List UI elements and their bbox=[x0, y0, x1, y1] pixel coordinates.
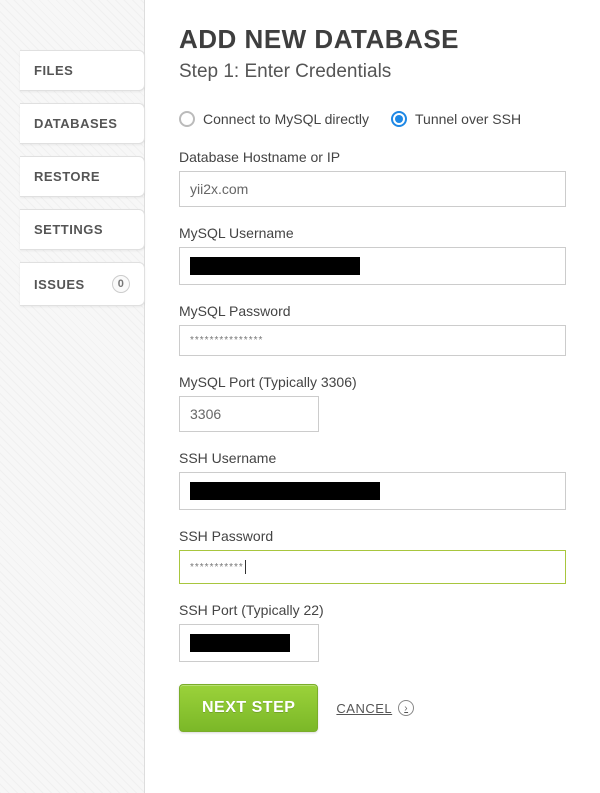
field-label: MySQL Username bbox=[179, 225, 566, 241]
issues-count-badge: 0 bbox=[112, 275, 130, 293]
db-host-input[interactable] bbox=[179, 171, 566, 207]
cancel-link[interactable]: CANCEL › bbox=[336, 700, 414, 716]
ssh-password-input[interactable]: *********** bbox=[179, 550, 566, 584]
mysql-password-input[interactable]: *************** bbox=[179, 325, 566, 356]
text-caret bbox=[245, 560, 246, 574]
ssh-port-input[interactable] bbox=[179, 624, 319, 662]
sidebar-item-label: FILES bbox=[34, 63, 73, 78]
page-title: ADD NEW DATABASE bbox=[179, 24, 566, 55]
chevron-right-icon: › bbox=[398, 700, 414, 716]
sidebar: FILES DATABASES RESTORE SETTINGS ISSUES … bbox=[0, 0, 145, 793]
radio-connect-direct[interactable]: Connect to MySQL directly bbox=[179, 111, 369, 127]
field-mysql-port: MySQL Port (Typically 3306) bbox=[179, 374, 566, 432]
mysql-port-input[interactable] bbox=[179, 396, 319, 432]
cancel-label: CANCEL bbox=[336, 701, 392, 716]
field-mysql-password: MySQL Password *************** bbox=[179, 303, 566, 356]
redacted-value bbox=[190, 634, 290, 652]
field-label: MySQL Password bbox=[179, 303, 566, 319]
radio-icon bbox=[179, 111, 195, 127]
sidebar-item-settings[interactable]: SETTINGS bbox=[20, 209, 145, 250]
sidebar-item-restore[interactable]: RESTORE bbox=[20, 156, 145, 197]
field-label: MySQL Port (Typically 3306) bbox=[179, 374, 566, 390]
radio-tunnel-ssh[interactable]: Tunnel over SSH bbox=[391, 111, 521, 127]
field-ssh-port: SSH Port (Typically 22) bbox=[179, 602, 566, 662]
field-ssh-password: SSH Password *********** bbox=[179, 528, 566, 584]
radio-label: Connect to MySQL directly bbox=[203, 111, 369, 127]
masked-value: *********** bbox=[190, 562, 244, 573]
sidebar-item-label: SETTINGS bbox=[34, 222, 103, 237]
main-content: ADD NEW DATABASE Step 1: Enter Credentia… bbox=[145, 0, 600, 793]
ssh-username-input[interactable] bbox=[179, 472, 566, 510]
sidebar-item-label: DATABASES bbox=[34, 116, 117, 131]
field-label: SSH Username bbox=[179, 450, 566, 466]
radio-label: Tunnel over SSH bbox=[415, 111, 521, 127]
field-label: SSH Port (Typically 22) bbox=[179, 602, 566, 618]
sidebar-item-label: RESTORE bbox=[34, 169, 100, 184]
field-label: SSH Password bbox=[179, 528, 566, 544]
field-db-host: Database Hostname or IP bbox=[179, 149, 566, 207]
sidebar-item-databases[interactable]: DATABASES bbox=[20, 103, 145, 144]
redacted-value bbox=[190, 257, 360, 275]
page-subtitle: Step 1: Enter Credentials bbox=[179, 61, 566, 83]
mysql-username-input[interactable] bbox=[179, 247, 566, 285]
field-label: Database Hostname or IP bbox=[179, 149, 566, 165]
form-actions: NEXT STEP CANCEL › bbox=[179, 684, 566, 732]
radio-icon bbox=[391, 111, 407, 127]
masked-value: *************** bbox=[190, 335, 263, 346]
field-mysql-username: MySQL Username bbox=[179, 225, 566, 285]
sidebar-item-files[interactable]: FILES bbox=[20, 50, 145, 91]
connection-type-radios: Connect to MySQL directly Tunnel over SS… bbox=[179, 111, 566, 127]
next-step-button[interactable]: NEXT STEP bbox=[179, 684, 318, 732]
redacted-value bbox=[190, 482, 380, 500]
sidebar-item-label: ISSUES bbox=[34, 277, 85, 292]
field-ssh-username: SSH Username bbox=[179, 450, 566, 510]
sidebar-item-issues[interactable]: ISSUES 0 bbox=[20, 262, 145, 306]
